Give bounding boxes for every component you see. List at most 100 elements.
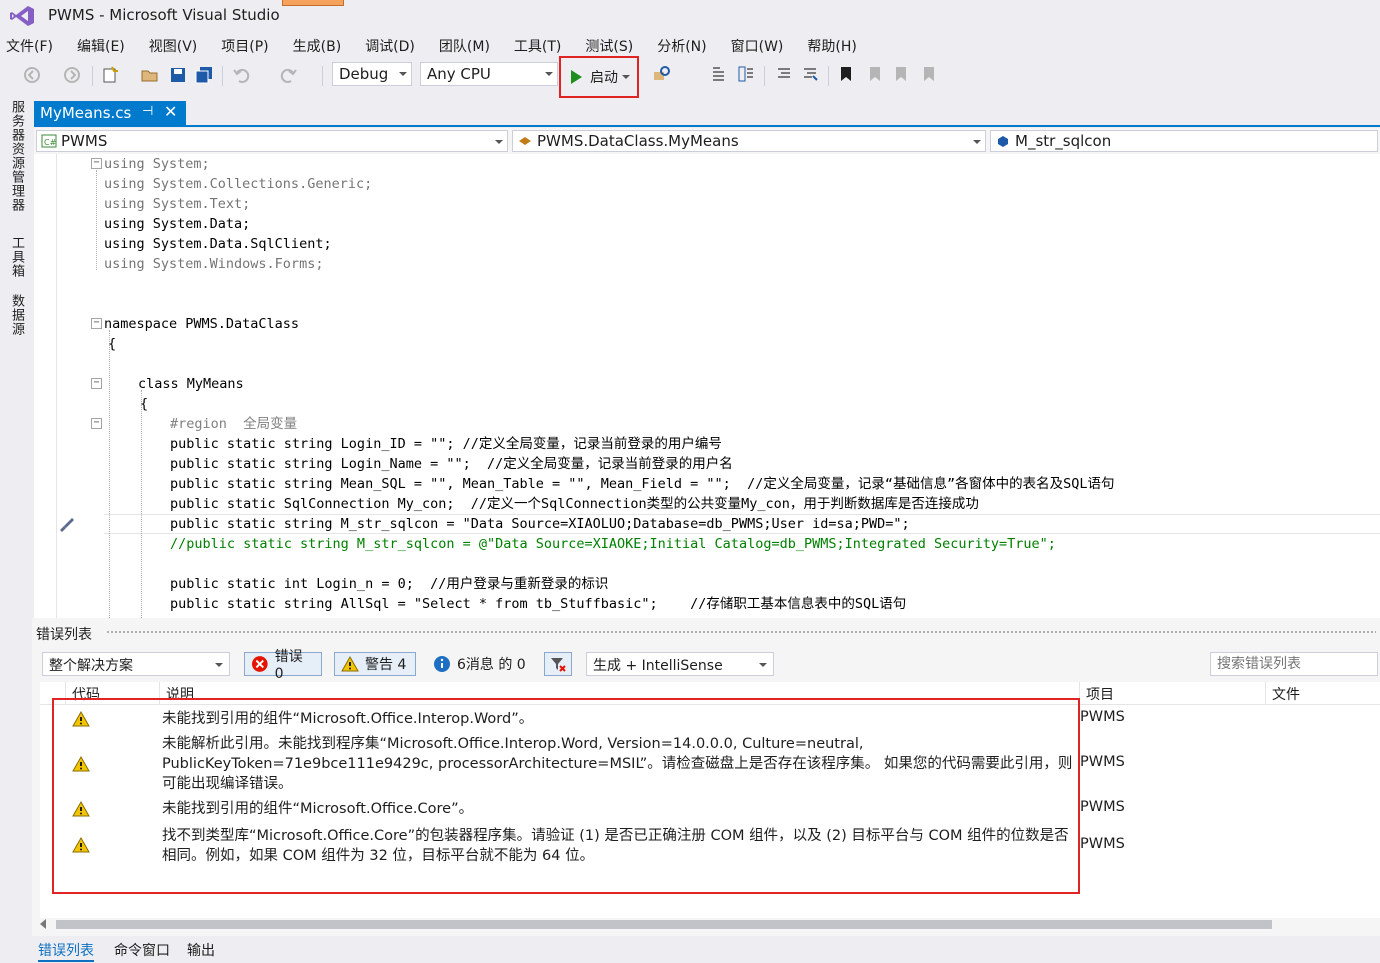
find-in-files-icon[interactable] <box>652 64 672 84</box>
toolbar-separator <box>828 66 829 86</box>
warnings-filter-button[interactable]: 警告 4 <box>334 652 416 676</box>
solution-platform-select[interactable]: Any CPU <box>420 62 558 86</box>
code-line-5: using System.Data.SqlClient; <box>104 236 332 252</box>
bottom-tab-command-window[interactable]: 命令窗口 <box>114 940 170 960</box>
clear-bookmarks-icon[interactable] <box>918 64 938 84</box>
undo-icon[interactable] <box>232 65 252 85</box>
menu-window[interactable]: 窗口(W) <box>731 34 784 58</box>
code-line-20: //public static string M_str_sqlcon = @"… <box>170 536 1056 552</box>
error-list-search-input[interactable] <box>1210 652 1378 676</box>
project-dropdown[interactable]: C# PWMS <box>36 130 508 152</box>
code-line-10: { <box>108 336 117 352</box>
build-source-select[interactable]: 生成 + IntelliSense <box>586 652 774 676</box>
menu-team[interactable]: 团队(M) <box>439 34 490 58</box>
code-line-17: public static string Mean_SQL = "", Mean… <box>170 476 1115 492</box>
horizontal-scrollbar[interactable] <box>40 918 1380 930</box>
pane-drag-grip[interactable] <box>106 630 1376 635</box>
bottom-tab-output[interactable]: 输出 <box>187 940 215 960</box>
scrollbar-thumb[interactable] <box>56 920 1272 929</box>
side-tab-server-explorer[interactable]: 服务器资源管理器 <box>6 100 26 212</box>
start-debug-button[interactable]: 启动 <box>559 56 639 98</box>
next-bookmark-icon[interactable] <box>890 64 910 84</box>
menu-view[interactable]: 视图(V) <box>149 34 198 58</box>
clear-filter-button[interactable] <box>544 652 572 676</box>
fold-toggle[interactable]: − <box>91 418 102 429</box>
title-bar: PWMS - Microsoft Visual Studio <box>0 0 1380 32</box>
redo-icon[interactable] <box>278 65 298 85</box>
notification-tab <box>282 0 344 6</box>
menu-edit[interactable]: 编辑(E) <box>77 34 125 58</box>
menu-tools[interactable]: 工具(T) <box>514 34 561 58</box>
code-line-18: public static SqlConnection My_con; //定义… <box>170 496 979 512</box>
solution-configuration-select[interactable]: Debug <box>332 62 412 86</box>
menu-bar: 文件(F) 编辑(E) 视图(V) 项目(P) 生成(B) 调试(D) 团队(M… <box>0 34 1380 58</box>
column-header-project[interactable]: 项目 <box>1080 682 1266 704</box>
code-line-6: using System.Windows.Forms; <box>104 256 324 272</box>
chevron-down-icon[interactable] <box>622 75 630 79</box>
field-icon <box>998 136 1008 147</box>
comment-out-icon[interactable] <box>774 64 794 84</box>
menu-file[interactable]: 文件(F) <box>6 34 53 58</box>
pin-icon[interactable]: ⊣ <box>142 104 153 119</box>
bookmark-icon[interactable] <box>836 64 856 84</box>
step-icon[interactable] <box>710 64 730 84</box>
document-tab-mymeans[interactable]: MyMeans.cs ⊣ ✕ <box>34 101 186 125</box>
brace-guide <box>141 390 142 618</box>
member-dropdown[interactable]: M_str_sqlcon <box>990 130 1378 152</box>
previous-bookmark-icon[interactable] <box>864 64 884 84</box>
save-icon[interactable] <box>168 65 188 85</box>
bottom-tool-tabs: 错误列表 命令窗口 输出 <box>32 936 1380 963</box>
close-icon[interactable]: ✕ <box>164 102 177 121</box>
errors-filter-button[interactable]: 错误 0 <box>244 649 322 682</box>
scope-select[interactable]: 整个解决方案 <box>42 652 230 676</box>
save-all-icon[interactable] <box>194 65 214 85</box>
code-line-14: #region 全局变量 <box>170 416 298 432</box>
fold-toggle[interactable]: − <box>91 378 102 389</box>
standard-toolbar <box>0 60 1380 92</box>
code-line-19: public static string M_str_sqlcon = "Dat… <box>170 516 910 532</box>
type-dropdown[interactable]: PWMS.DataClass.MyMeans <box>512 130 986 152</box>
editor-margin <box>56 154 57 618</box>
toolbar-separator <box>222 66 223 86</box>
format-document-icon[interactable] <box>736 64 756 84</box>
code-line-12: class MyMeans <box>138 376 244 392</box>
scroll-left-arrow-icon[interactable] <box>40 919 46 929</box>
side-tab-data-sources[interactable]: 数据源 <box>6 294 26 336</box>
navigate-forward-icon[interactable] <box>62 65 82 85</box>
navigate-back-icon[interactable] <box>22 65 42 85</box>
play-icon <box>571 70 582 84</box>
toolbar-separator <box>764 66 765 86</box>
annotation-highlight-box <box>52 698 1080 894</box>
document-tab-underline <box>34 125 1380 127</box>
fold-toggle[interactable]: − <box>91 158 102 169</box>
uncomment-icon[interactable] <box>800 64 820 84</box>
menu-build[interactable]: 生成(B) <box>293 34 342 58</box>
messages-filter-button[interactable]: 6消息 的 0 <box>426 652 536 676</box>
code-editor[interactable]: − − − − using System; using System.Colle… <box>34 154 1380 618</box>
visual-studio-logo-icon <box>10 6 34 26</box>
code-navigation-bar: C# PWMS PWMS.DataClass.MyMeans M_str_sql… <box>34 128 1380 154</box>
code-line-13: { <box>140 396 149 412</box>
fold-guide <box>96 170 97 270</box>
side-tab-toolbox[interactable]: 工具箱 <box>6 236 26 278</box>
open-file-icon[interactable] <box>140 65 160 85</box>
error-icon <box>251 656 268 672</box>
column-header-file[interactable]: 文件 <box>1266 682 1380 704</box>
menu-project[interactable]: 项目(P) <box>221 34 268 58</box>
code-line-1: using System; <box>104 156 210 172</box>
info-icon <box>434 656 450 672</box>
code-line-2: using System.Collections.Generic; <box>104 176 373 192</box>
menu-test[interactable]: 测试(S) <box>585 34 633 58</box>
fold-toggle[interactable]: − <box>91 318 102 329</box>
csharp-project-icon: C# <box>41 134 57 148</box>
class-icon <box>519 137 531 145</box>
bottom-tab-error-list[interactable]: 错误列表 <box>38 940 94 962</box>
menu-help[interactable]: 帮助(H) <box>807 34 856 58</box>
new-project-icon[interactable] <box>100 65 120 85</box>
quick-action-brush-icon[interactable] <box>58 516 76 534</box>
code-line-22: public static int Login_n = 0; //用户登录与重新… <box>170 576 609 592</box>
error-list-title: 错误列表 <box>36 627 92 643</box>
toolbar-separator <box>322 66 323 86</box>
menu-analyze[interactable]: 分析(N) <box>657 34 706 58</box>
menu-debug[interactable]: 调试(D) <box>365 34 415 58</box>
